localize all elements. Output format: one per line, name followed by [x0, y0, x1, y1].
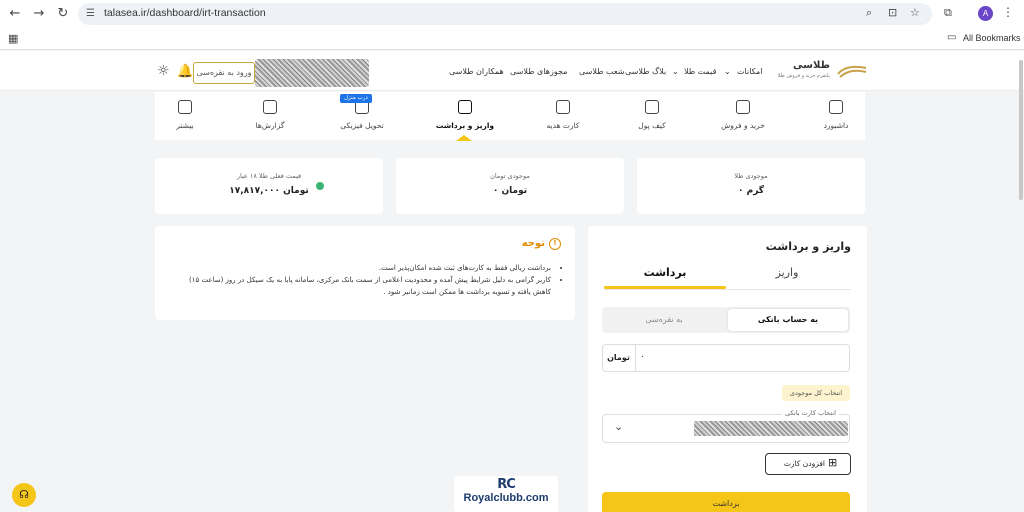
- bookmarks-bar: ▦ ▭ All Bookmarks: [0, 28, 1024, 50]
- to-noghresi-button[interactable]: به نقره‌سی: [604, 309, 724, 331]
- tab-physical-delivery[interactable]: تحویل فیزیکی: [327, 98, 397, 138]
- tab-withdraw[interactable]: برداشت: [604, 266, 726, 288]
- gift-card-icon: [556, 100, 570, 114]
- withdraw-button[interactable]: برداشت: [602, 492, 850, 512]
- amount-unit: تومان: [602, 344, 636, 372]
- nav-colleagues[interactable]: همکاران طلاسی: [449, 67, 504, 76]
- active-tab-underline: [604, 286, 726, 289]
- bank-card-label: انتخاب کارت بانکی: [782, 409, 839, 417]
- back-icon[interactable]: ←: [6, 5, 24, 23]
- notice-title: توجه: [521, 238, 545, 249]
- site-header: طلاسی پلتفرم خرید و فروش طلا همکاران طلا…: [0, 51, 1024, 91]
- redacted-card-number: [694, 421, 848, 436]
- nav-branches[interactable]: شعب طلاسی: [579, 67, 624, 76]
- to-bank-account-button[interactable]: به حساب بانکی: [728, 309, 848, 331]
- nav-licenses[interactable]: مجوزهای طلاسی: [510, 67, 567, 76]
- star-icon[interactable]: ☆: [910, 6, 920, 19]
- tab-trade[interactable]: خرید و فروش: [708, 98, 778, 138]
- stat-value: ۰ گرم: [737, 186, 765, 196]
- nav-gold-price[interactable]: قیمت طلا: [684, 67, 716, 76]
- gold-price-card: قیمت فعلی طلا ۱۸ عیار ۱۷,۸۱۷,۰۰۰ تومان: [155, 158, 383, 214]
- more-icon: [178, 100, 192, 114]
- add-card-icon: ⊞: [828, 456, 838, 469]
- chevron-down-icon: ⌄: [672, 67, 679, 76]
- trade-icon: [736, 100, 750, 114]
- zoom-icon[interactable]: ⌕: [866, 6, 872, 20]
- watermark-mark: RC: [497, 477, 516, 492]
- redacted-field: [255, 59, 369, 87]
- watermark: RC Royalclubb.com: [454, 476, 558, 512]
- tab-reports[interactable]: گزارش‌ها: [235, 98, 305, 138]
- toman-balance-card: موجودی تومان ۰ تومان: [396, 158, 624, 214]
- profile-avatar[interactable]: A: [978, 6, 993, 21]
- logo-title: طلاسی: [793, 60, 830, 71]
- add-card-label: افزودن کارت: [783, 459, 826, 468]
- install-icon[interactable]: ⊡: [888, 6, 897, 19]
- sun-icon[interactable]: ☼: [157, 63, 170, 79]
- stat-label: موجودی طلا: [734, 172, 768, 180]
- reload-icon[interactable]: ↻: [54, 5, 72, 23]
- tab-wallet[interactable]: کیف پول: [617, 98, 687, 138]
- apps-icon[interactable]: ▦: [8, 32, 18, 45]
- report-icon: [263, 100, 277, 114]
- notice-card: ! توجه برداشت ریالی فقط به کارت‌های ثبت …: [155, 226, 575, 320]
- live-indicator: [316, 182, 324, 190]
- add-card-button[interactable]: افزودن کارت: [765, 453, 851, 475]
- stat-value: ۰ تومان: [492, 186, 528, 196]
- menu-icon[interactable]: ⋮: [1002, 5, 1014, 19]
- notice-item: کاربر گرامی به دلیل شرایط پیش آمده و محد…: [171, 274, 551, 298]
- login-noghresi-button[interactable]: ورود به نقره‌سی: [193, 62, 255, 84]
- notice-item: برداشت ریالی فقط به کارت‌های ثبت شده امک…: [171, 262, 551, 274]
- stat-label: موجودی تومان: [490, 172, 530, 180]
- tab-gift-card[interactable]: کارت هدیه: [528, 98, 598, 138]
- page-scrollbar[interactable]: [1019, 60, 1023, 200]
- amount-value[interactable]: ۰: [640, 352, 645, 362]
- logo-mark-icon: [837, 65, 867, 78]
- active-tab-indicator: [456, 135, 472, 141]
- home-icon: [829, 100, 843, 114]
- notice-list: برداشت ریالی فقط به کارت‌های ثبت شده امک…: [171, 262, 561, 298]
- nav-blog[interactable]: بلاگ طلاسی: [625, 67, 666, 76]
- destination-toggle: به حساب بانکی به نقره‌سی: [602, 307, 850, 333]
- watermark-text: Royalclubb.com: [463, 492, 549, 504]
- all-bookmarks-link[interactable]: All Bookmarks: [963, 33, 1021, 43]
- tab-deposit-withdraw[interactable]: واریز و برداشت: [430, 98, 500, 138]
- chevron-down-icon[interactable]: ⌄: [614, 420, 623, 433]
- wallet-icon: [645, 100, 659, 114]
- tab-deposit[interactable]: واریز: [726, 266, 848, 288]
- bell-icon[interactable]: 🔔: [177, 64, 193, 79]
- browser-toolbar: ← → ↻ ☰ talasea.ir/dashboard/irt-transac…: [0, 0, 1024, 28]
- support-icon[interactable]: ☊: [12, 483, 36, 507]
- url-text[interactable]: talasea.ir/dashboard/irt-transaction: [104, 7, 266, 19]
- chevron-down-icon: ⌄: [724, 67, 731, 76]
- tab-dashboard[interactable]: داشبورد: [801, 98, 871, 138]
- tab-more[interactable]: بیشتر: [150, 98, 220, 138]
- tab-divider: [604, 289, 851, 290]
- extensions-icon[interactable]: ⧉: [944, 6, 952, 20]
- dashboard-tabs: داشبورد خرید و فروش کیف پول کارت هدیه وا…: [155, 92, 865, 140]
- alert-icon: !: [549, 238, 561, 250]
- logo[interactable]: طلاسی پلتفرم خرید و فروش طلا: [777, 60, 868, 84]
- stat-label: قیمت فعلی طلا ۱۸ عیار: [236, 172, 302, 180]
- panel-title: واریز و برداشت: [765, 240, 851, 253]
- transfer-icon: [458, 100, 472, 114]
- select-all-balance-button[interactable]: انتخاب کل موجودی: [782, 385, 850, 401]
- tune-icon[interactable]: ☰: [86, 8, 95, 19]
- logo-subtitle: پلتفرم خرید و فروش طلا: [777, 73, 830, 79]
- forward-icon[interactable]: →: [30, 5, 48, 23]
- nav-features[interactable]: امکانات: [737, 67, 763, 76]
- gold-balance-card: موجودی طلا ۰ گرم: [637, 158, 865, 214]
- stat-value: ۱۷,۸۱۷,۰۰۰ تومان: [229, 186, 309, 196]
- delivery-badge: درب منزل: [340, 94, 372, 103]
- folder-icon: ▭: [947, 32, 957, 43]
